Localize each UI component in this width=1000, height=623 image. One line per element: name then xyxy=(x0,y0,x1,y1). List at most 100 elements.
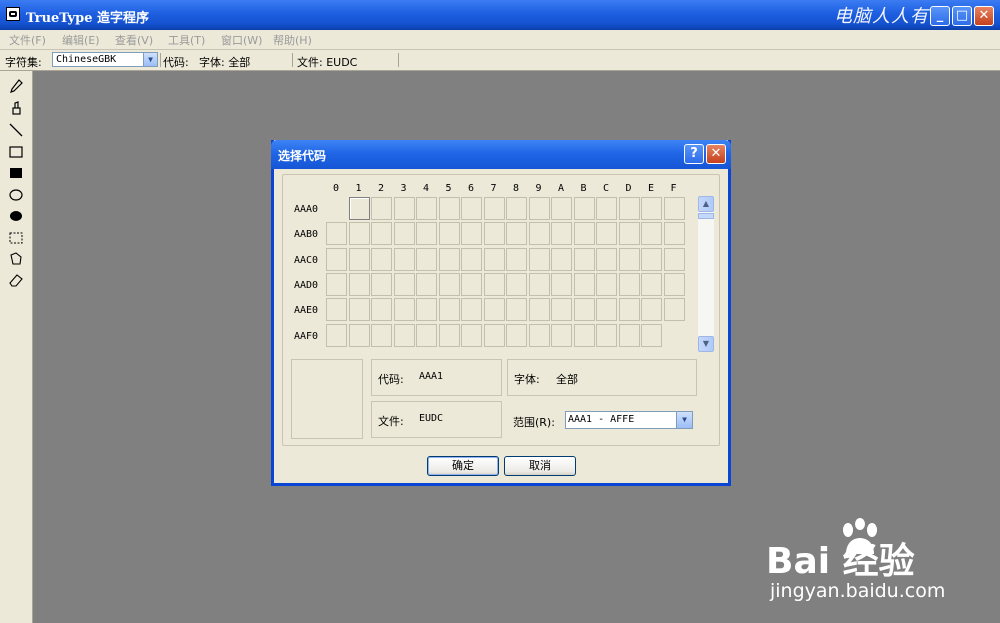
code-cell[interactable] xyxy=(663,197,685,220)
code-cell[interactable] xyxy=(573,298,595,322)
code-cell[interactable] xyxy=(618,222,640,246)
code-cell[interactable] xyxy=(438,222,460,246)
maximize-button[interactable]: □ xyxy=(952,6,972,26)
code-cell[interactable] xyxy=(438,272,460,296)
code-cell[interactable] xyxy=(393,222,415,246)
pencil-icon[interactable] xyxy=(9,79,23,93)
code-cell[interactable] xyxy=(348,298,370,322)
code-cell[interactable] xyxy=(371,298,392,322)
code-cell[interactable] xyxy=(528,323,550,347)
code-cell[interactable] xyxy=(348,222,370,246)
code-cell[interactable] xyxy=(573,197,595,220)
code-cell[interactable] xyxy=(461,298,482,322)
scroll-down-icon[interactable]: ▼ xyxy=(698,336,714,352)
code-cell[interactable] xyxy=(551,222,572,246)
code-cell[interactable] xyxy=(461,247,482,271)
code-cell[interactable] xyxy=(416,197,437,220)
dialog-close-button[interactable]: ✕ xyxy=(706,144,726,164)
code-cell[interactable] xyxy=(551,298,572,322)
code-cell[interactable] xyxy=(618,197,640,220)
code-cell[interactable] xyxy=(618,323,640,347)
menu-help[interactable]: 帮助(H) xyxy=(273,32,312,48)
code-cell[interactable] xyxy=(641,323,662,347)
code-cell[interactable] xyxy=(528,298,550,322)
code-cell[interactable] xyxy=(528,197,550,220)
code-cell[interactable] xyxy=(326,298,347,322)
code-cell[interactable] xyxy=(596,323,617,347)
code-cell[interactable] xyxy=(348,247,370,271)
code-cell[interactable] xyxy=(416,323,437,347)
code-cell[interactable] xyxy=(461,197,482,220)
rect-select-icon[interactable] xyxy=(9,231,23,245)
selected-code-cell[interactable] xyxy=(348,197,370,220)
cancel-button[interactable]: 取消 xyxy=(504,456,576,476)
code-cell[interactable] xyxy=(483,197,505,220)
rectangle-filled-icon[interactable] xyxy=(9,166,23,180)
code-cell[interactable] xyxy=(618,272,640,296)
code-cell[interactable] xyxy=(393,323,415,347)
code-cell[interactable] xyxy=(663,222,685,246)
code-cell[interactable] xyxy=(506,222,527,246)
code-cell[interactable] xyxy=(393,272,415,296)
code-cell[interactable] xyxy=(393,298,415,322)
code-cell[interactable] xyxy=(663,247,685,271)
code-cell[interactable] xyxy=(483,247,505,271)
code-cell[interactable] xyxy=(551,197,572,220)
freeform-select-icon[interactable] xyxy=(9,252,23,266)
code-cell[interactable] xyxy=(416,247,437,271)
code-cell[interactable] xyxy=(438,247,460,271)
rectangle-outline-icon[interactable] xyxy=(9,145,23,159)
code-cell[interactable] xyxy=(461,222,482,246)
code-cell[interactable] xyxy=(641,197,662,220)
line-icon[interactable] xyxy=(9,123,23,137)
code-cell[interactable] xyxy=(551,247,572,271)
scroll-thumb[interactable] xyxy=(698,213,714,219)
ellipse-outline-icon[interactable] xyxy=(9,188,23,202)
code-cell[interactable] xyxy=(416,272,437,296)
code-cell[interactable] xyxy=(416,298,437,322)
code-cell[interactable] xyxy=(573,272,595,296)
charset-select[interactable]: ChineseGBK ▼ xyxy=(52,52,158,67)
code-cell[interactable] xyxy=(573,222,595,246)
code-cell[interactable] xyxy=(641,222,662,246)
menu-window[interactable]: 窗口(W) xyxy=(221,32,262,48)
chevron-down-icon[interactable]: ▼ xyxy=(143,53,157,66)
code-cell[interactable] xyxy=(483,298,505,322)
code-cell[interactable] xyxy=(483,222,505,246)
code-cell[interactable] xyxy=(326,272,347,296)
code-cell[interactable] xyxy=(596,272,617,296)
code-cell[interactable] xyxy=(461,323,482,347)
code-cell[interactable] xyxy=(416,222,437,246)
code-cell[interactable] xyxy=(528,247,550,271)
code-cell[interactable] xyxy=(506,323,527,347)
code-cell[interactable] xyxy=(506,298,527,322)
code-cell[interactable] xyxy=(663,298,685,322)
code-cell[interactable] xyxy=(371,247,392,271)
code-cell[interactable] xyxy=(461,272,482,296)
code-cell[interactable] xyxy=(348,323,370,347)
menu-view[interactable]: 查看(V) xyxy=(115,32,153,48)
code-cell[interactable] xyxy=(528,272,550,296)
code-cell[interactable] xyxy=(371,222,392,246)
close-button[interactable]: ✕ xyxy=(974,6,994,26)
code-cell[interactable] xyxy=(573,247,595,271)
code-cell[interactable] xyxy=(326,247,347,271)
chevron-down-icon[interactable]: ▼ xyxy=(676,412,692,428)
code-cell[interactable] xyxy=(528,222,550,246)
code-cell[interactable] xyxy=(326,323,347,347)
code-cell[interactable] xyxy=(596,247,617,271)
code-cell[interactable] xyxy=(506,247,527,271)
code-cell[interactable] xyxy=(618,298,640,322)
code-cell[interactable] xyxy=(618,247,640,271)
code-cell[interactable] xyxy=(393,197,415,220)
code-cell[interactable] xyxy=(393,247,415,271)
code-cell[interactable] xyxy=(483,323,505,347)
code-cell[interactable] xyxy=(483,272,505,296)
code-cell[interactable] xyxy=(371,197,392,220)
vertical-scrollbar[interactable]: ▲ ▼ xyxy=(698,196,714,352)
ellipse-filled-icon[interactable] xyxy=(9,209,23,223)
code-cell[interactable] xyxy=(641,298,662,322)
code-cell[interactable] xyxy=(551,323,572,347)
help-button[interactable]: ? xyxy=(684,144,704,164)
scroll-up-icon[interactable]: ▲ xyxy=(698,196,714,212)
